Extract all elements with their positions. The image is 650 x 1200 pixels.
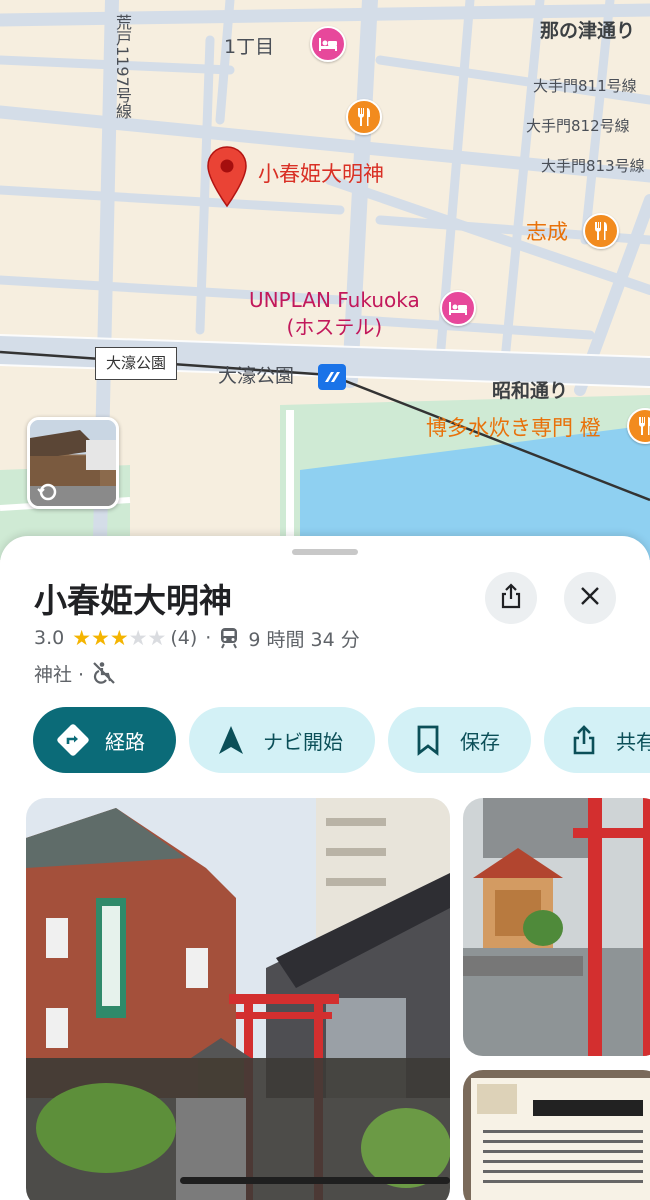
save-label: 保存 — [460, 729, 500, 754]
directions-icon — [53, 720, 93, 760]
share-button[interactable] — [485, 572, 537, 624]
street-view-thumbnail[interactable] — [27, 417, 119, 509]
separator: · — [205, 627, 212, 649]
category-label: 神社 · — [34, 663, 85, 686]
train-icon — [219, 627, 239, 649]
map-label-hakata: 博多水炊き専門 橙 — [426, 416, 601, 440]
station-label-box[interactable]: 大濠公園 — [95, 347, 178, 380]
star-icon: ★ — [109, 625, 129, 650]
star-empty-icon: ★ — [147, 625, 167, 650]
map-label-nanotsu-street: 那の津通り — [540, 20, 636, 42]
place-photo-shrine[interactable] — [463, 798, 650, 1056]
map-label-812-road: 大手門812号線 — [526, 117, 630, 135]
save-button[interactable]: 保存 — [388, 707, 531, 773]
map-view[interactable]: 1丁目 那の津通り 荒戸1197号線 大手門811号線 大手門812号線 大手門… — [0, 0, 650, 560]
place-title: 小春姫大明神 — [34, 581, 232, 620]
close-button[interactable] — [564, 572, 616, 624]
star-icon: ★ — [91, 625, 110, 650]
rating-row[interactable]: 3.0 ★ ★ ★ ★ ★ (4) · 9 時間 34 分 — [34, 625, 360, 651]
directions-label: 経路 — [105, 729, 145, 754]
home-indicator[interactable] — [180, 1177, 450, 1184]
no-wheelchair-icon — [92, 661, 116, 685]
category-row: 神社 · — [34, 660, 116, 686]
map-label-chome: 1丁目 — [224, 36, 275, 58]
place-details-sheet[interactable]: 小春姫大明神 3.0 ★ ★ ★ ★ ★ (4) · 9 時間 34 分 神社 … — [0, 536, 650, 1200]
close-icon — [580, 586, 600, 610]
transit-time: 9 時間 34 分 — [248, 628, 360, 651]
share-icon — [499, 583, 523, 613]
map-label-arato-road: 荒戸1197号線 — [113, 14, 132, 119]
review-count: (4) — [170, 627, 198, 649]
drag-handle[interactable] — [292, 549, 358, 555]
map-label-811-road: 大手門811号線 — [533, 77, 637, 95]
share-icon — [564, 720, 604, 760]
navigation-arrow-icon — [211, 720, 251, 760]
map-label-station: 大濠公園 — [218, 365, 295, 387]
directions-button[interactable]: 経路 — [33, 707, 176, 773]
restaurant-poi-icon[interactable] — [583, 213, 619, 249]
place-photo-sign[interactable] — [463, 1070, 650, 1200]
bookmark-icon — [408, 720, 448, 760]
share-chip-button[interactable]: 共有 — [544, 707, 650, 773]
map-label-place: 小春姫大明神 — [258, 162, 384, 186]
rating-value: 3.0 — [34, 627, 65, 649]
map-label-shisei: 志成 — [526, 220, 568, 244]
restaurant-poi-icon[interactable] — [346, 99, 382, 135]
start-navigation-button[interactable]: ナビ開始 — [189, 707, 375, 773]
place-photo-main[interactable] — [26, 798, 450, 1200]
rating-stars: ★ ★ ★ ★ ★ — [72, 625, 167, 650]
hotel-poi-icon[interactable] — [310, 26, 346, 62]
hotel-poi-icon[interactable] — [440, 290, 476, 326]
share-chip-label: 共有 — [616, 729, 650, 754]
map-label-showa-street: 昭和通り — [492, 380, 569, 402]
location-pin-icon[interactable] — [206, 146, 248, 212]
star-icon: ★ — [72, 625, 92, 650]
subway-station-icon[interactable] — [318, 364, 346, 390]
map-label-hostel: UNPLAN Fukuoka (ホステル) — [249, 288, 420, 339]
start-navigation-label: ナビ開始 — [263, 729, 343, 754]
star-empty-icon: ★ — [128, 625, 148, 650]
map-label-813-road: 大手門813号線 — [541, 157, 645, 175]
